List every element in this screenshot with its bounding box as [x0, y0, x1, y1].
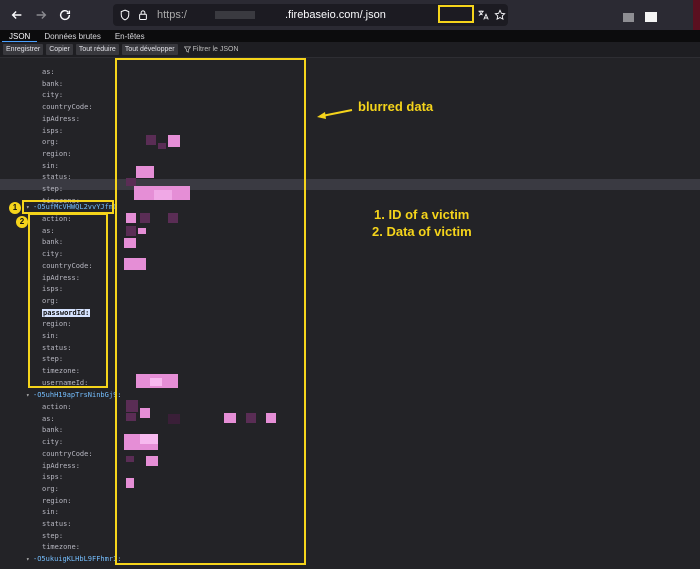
json-key[interactable]: org:: [42, 137, 59, 147]
blurred-data-label: blurred data: [358, 99, 434, 114]
tree-node-victim-2[interactable]: ▾ -O5uhH19apTrsNinbGj9:: [26, 390, 122, 400]
json-key-label: org:: [42, 138, 59, 147]
victim-data-box: [28, 213, 108, 388]
save-button[interactable]: Enregistrer: [3, 44, 44, 55]
json-key[interactable]: sin:: [42, 161, 59, 171]
json-key[interactable]: bank:: [42, 79, 63, 89]
filter-placeholder: Filtrer le JSON: [192, 46, 239, 53]
json-key[interactable]: region:: [42, 149, 72, 159]
json-key-label: countryCode:: [42, 449, 93, 458]
json-key[interactable]: sin:: [42, 507, 59, 517]
viewer-tabs: JSON Données brutes En-têtes: [0, 30, 700, 42]
reload-button[interactable]: [54, 4, 76, 26]
json-key[interactable]: isps:: [42, 472, 63, 482]
json-key[interactable]: as:: [42, 67, 55, 77]
json-key-label: region:: [42, 496, 72, 505]
legend-victim-data: 2. Data of victim: [372, 224, 472, 239]
json-key[interactable]: status:: [42, 172, 72, 182]
arrow-annotation-icon: [317, 109, 353, 119]
json-key[interactable]: action:: [42, 402, 72, 412]
url-path: /.json: [359, 9, 386, 21]
expand-arrow-icon[interactable]: ▾: [26, 391, 33, 401]
extension-icon[interactable]: [645, 12, 657, 22]
translate-icon[interactable]: [475, 7, 491, 23]
collapse-all-button[interactable]: Tout réduire: [75, 44, 119, 55]
json-key-label: step:: [42, 531, 64, 540]
json-key-label: sin:: [42, 161, 59, 170]
json-key[interactable]: status:: [42, 519, 72, 529]
tree-node-victim-3[interactable]: ▾ -O5ukuigKLHbL9FFhmrI:: [26, 554, 122, 564]
json-key[interactable]: org:: [42, 484, 59, 494]
url-scheme: https:/: [157, 9, 187, 21]
json-key-label: bank:: [42, 426, 64, 435]
json-key-label: org:: [42, 484, 59, 493]
reload-icon: [59, 9, 71, 21]
json-key-label: timezone:: [42, 543, 80, 552]
url-path-highlight: [438, 5, 474, 23]
copy-button[interactable]: Copier: [46, 44, 73, 55]
json-key-label: countryCode:: [42, 103, 93, 112]
json-key[interactable]: as:: [42, 414, 55, 424]
filter-icon: [183, 46, 191, 53]
json-key[interactable]: ipAdress:: [42, 114, 80, 124]
victim-id: -O5uhH19apTrsNinbGj9:: [33, 391, 122, 399]
extension-icon[interactable]: [623, 13, 634, 22]
json-key-label: action:: [42, 403, 72, 411]
url-host: .firebaseio.com: [284, 9, 360, 21]
json-key[interactable]: bank:: [42, 425, 63, 435]
json-key[interactable]: countryCode:: [42, 449, 93, 459]
bookmark-star-icon[interactable]: [492, 7, 508, 23]
json-key-label: isps:: [42, 473, 64, 482]
tab-raw-data[interactable]: Données brutes: [37, 31, 107, 42]
arrow-left-icon: [11, 11, 22, 19]
json-key[interactable]: city:: [42, 90, 63, 100]
expand-all-button[interactable]: Tout développer: [121, 44, 178, 55]
legend-victim-id: 1. ID of a victim: [374, 207, 470, 222]
marker-2: 2: [16, 216, 28, 228]
viewer-toolbar: Enregistrer Copier Tout réduire Tout dév…: [0, 42, 700, 58]
victim-id: -O5ukuigKLHbL9FFhmrI:: [33, 555, 122, 563]
json-key-label: ipAdress:: [42, 461, 80, 470]
json-key-label: status:: [42, 520, 72, 528]
json-key-label: sin:: [42, 508, 59, 517]
json-key-label: bank:: [42, 79, 64, 88]
tab-json[interactable]: JSON: [2, 31, 38, 42]
json-key[interactable]: step:: [42, 531, 63, 541]
json-key[interactable]: countryCode:: [42, 102, 93, 112]
json-key-label: city:: [42, 438, 64, 447]
shield-icon[interactable]: [117, 7, 133, 23]
json-key-label: status:: [42, 173, 72, 182]
url-redacted: [214, 11, 255, 19]
json-key[interactable]: region:: [42, 496, 72, 506]
url-bar[interactable]: https:/ .firebaseio.com/.json: [113, 4, 508, 26]
json-key-label: isps:: [42, 126, 64, 135]
expand-arrow-icon[interactable]: ▾: [26, 555, 33, 565]
arrow-right-icon: [36, 11, 47, 19]
json-key[interactable]: timezone:: [42, 542, 80, 552]
json-key[interactable]: isps:: [42, 126, 63, 136]
json-key[interactable]: city:: [42, 437, 63, 447]
back-button[interactable]: [6, 4, 28, 26]
lock-icon[interactable]: [135, 7, 151, 23]
json-key-label: city:: [42, 91, 64, 100]
marker-1: 1: [9, 202, 21, 214]
tab-headers[interactable]: En-têtes: [108, 31, 152, 42]
blurred-data-box: [115, 58, 306, 565]
window-edge: [693, 0, 700, 30]
victim-id-box: [22, 200, 114, 214]
selected-row-band: [0, 179, 700, 190]
json-key-label: region:: [42, 149, 72, 158]
json-key-label: as:: [42, 414, 55, 423]
json-key-label: ipAdress:: [42, 114, 80, 123]
json-key-label: as:: [42, 68, 55, 76]
json-key-label: step:: [42, 185, 64, 193]
filter-json-input[interactable]: Filtrer le JSON: [183, 46, 239, 53]
json-key[interactable]: step:: [42, 184, 63, 194]
forward-button[interactable]: [30, 4, 52, 26]
json-key[interactable]: ipAdress:: [42, 461, 80, 471]
